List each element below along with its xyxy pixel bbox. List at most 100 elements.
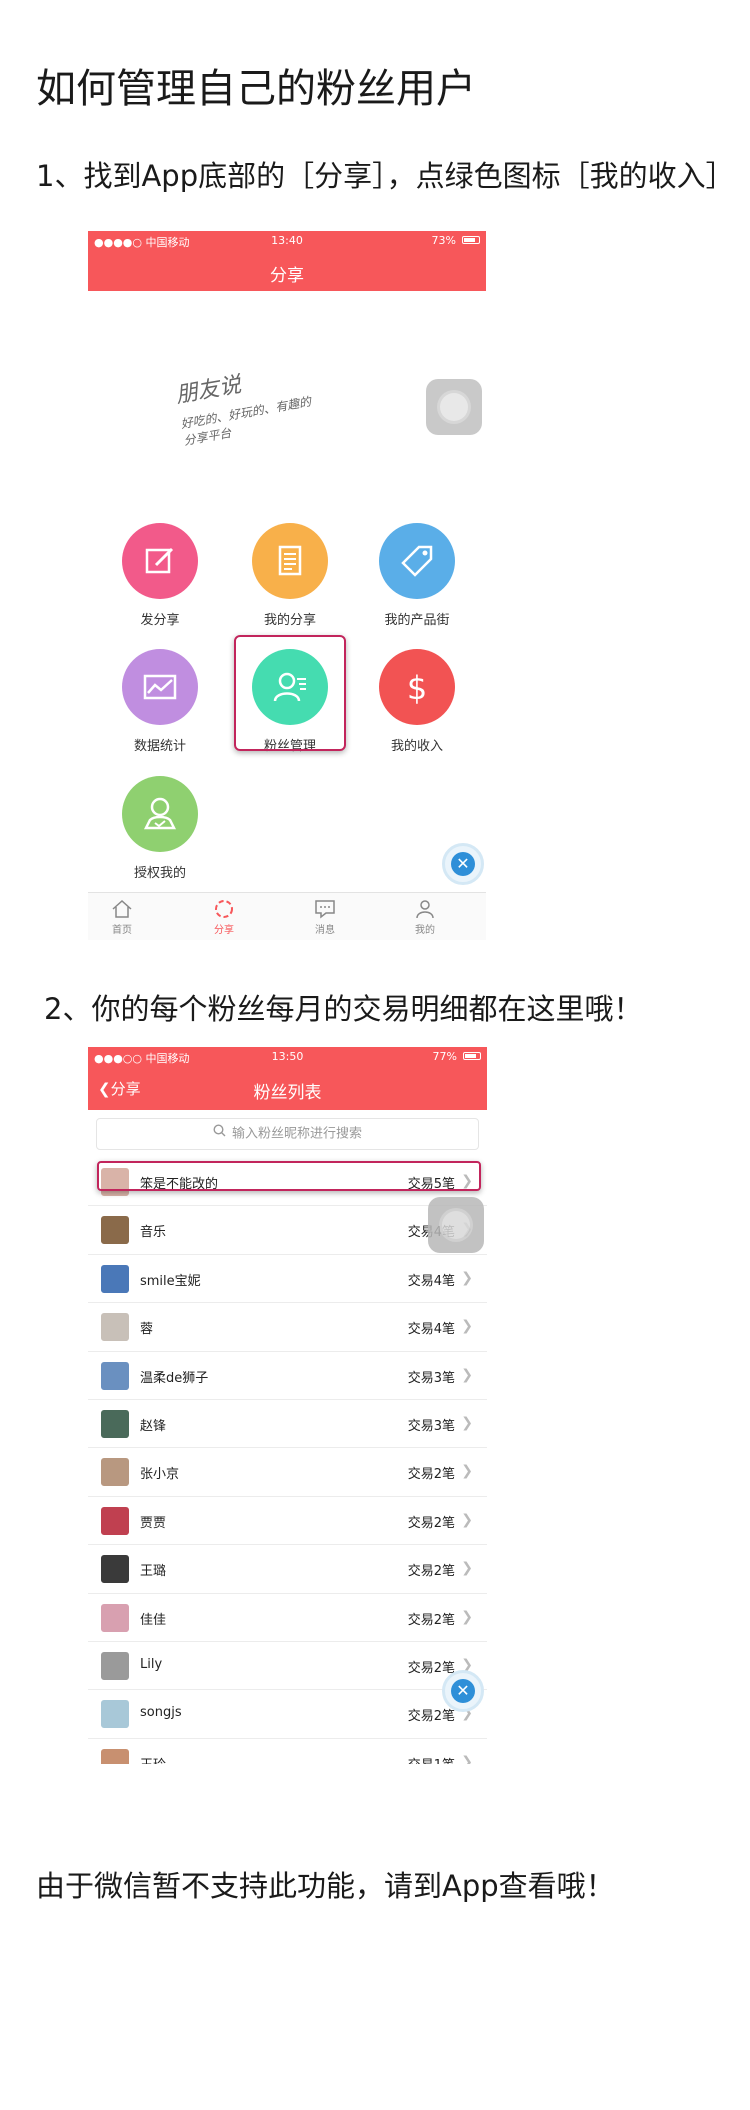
avatar xyxy=(101,1748,129,1764)
edit-icon xyxy=(122,523,198,599)
grid-item-authorized[interactable]: 授权我的 xyxy=(105,776,215,881)
share-icon xyxy=(194,897,254,921)
fan-name: 温柔de狮子 xyxy=(140,1370,209,1386)
fan-list: 笨是不能改的交易5笔❯音乐交易4笔❯smile宝妮交易4笔❯蓉交易4笔❯温柔de… xyxy=(88,1158,487,1764)
grid-label: 授权我的 xyxy=(133,866,186,881)
highlight-box xyxy=(97,1161,481,1191)
trade-count: 交易4笔 xyxy=(407,1273,455,1289)
status-bar: ●●●●○ 中国移动 13:40 73% xyxy=(88,231,486,249)
tab-share[interactable]: 分享 xyxy=(194,897,254,936)
chevron-right-icon: ❯ xyxy=(461,1414,473,1431)
trade-count: 交易1笔 xyxy=(408,1754,455,1764)
fan-row[interactable]: 王玲 交易1笔 ❯ xyxy=(88,1739,487,1764)
price-tag-icon xyxy=(379,523,455,599)
search-placeholder: 输入粉丝昵称进行搜索 xyxy=(231,1126,362,1142)
fan-name: 张小京 xyxy=(140,1467,180,1483)
fan-row[interactable]: smile宝妮 交易4笔 ❯ xyxy=(88,1255,487,1304)
nav-title: 粉丝列表 xyxy=(253,1083,322,1103)
nav-bar: ●●●●○ 中国移动 13:40 73% 分享 xyxy=(88,231,486,291)
avatar xyxy=(101,1361,129,1390)
tab-mine[interactable]: 我的 xyxy=(395,897,455,936)
fan-row[interactable]: Lily 交易2笔 ❯ xyxy=(88,1642,487,1691)
fan-name: Lily xyxy=(140,1656,163,1672)
fan-list-screenshot: ●●●○○ 中国移动 13:50 77% ❮分享 粉丝列表 输入粉丝昵称进行搜索… xyxy=(88,1047,487,1764)
avatar xyxy=(101,1313,129,1342)
step-1-text: 1、找到App底部的［分享］，点绿色图标［我的收入］ xyxy=(36,159,735,193)
fan-row[interactable]: 赵锋 交易3笔 ❯ xyxy=(88,1400,487,1449)
nav-title: 分享 xyxy=(270,266,304,286)
chevron-right-icon: ❯ xyxy=(461,1318,473,1335)
battery-percent: 77% xyxy=(432,1050,457,1063)
home-icon xyxy=(92,897,152,921)
avatar xyxy=(101,1216,129,1245)
status-bar: ●●●○○ 中国移动 13:50 77% xyxy=(88,1047,487,1065)
chevron-right-icon: ❯ xyxy=(461,1269,473,1286)
fan-row[interactable]: 佳佳 交易2笔 ❯ xyxy=(88,1594,487,1642)
footer-note: 由于微信暂不支持此功能，请到App查看哦！ xyxy=(36,1869,615,1903)
highlight-box xyxy=(234,635,346,751)
trade-count: 交易3笔 xyxy=(407,1370,455,1386)
avatar xyxy=(101,1603,129,1632)
chevron-right-icon: ❯ xyxy=(461,1366,473,1383)
grid-item-my-income[interactable]: $ 我的收入 xyxy=(362,649,472,754)
handwritten-banner: 朋友说 好吃的、好玩的、有趣的 分享平台 xyxy=(173,355,316,449)
trade-count: 交易2笔 xyxy=(407,1467,455,1483)
fan-row[interactable]: 蓉 交易4笔 ❯ xyxy=(88,1303,487,1352)
battery-icon xyxy=(462,236,480,244)
assistive-touch-button[interactable] xyxy=(426,379,482,435)
chevron-right-icon: ❯ xyxy=(461,1608,473,1625)
battery-icon xyxy=(463,1052,481,1060)
chevron-right-icon: ❯ xyxy=(461,1511,473,1528)
fan-name: songjs xyxy=(140,1705,182,1721)
fan-name: 音乐 xyxy=(140,1225,167,1241)
nav-bar: ●●●○○ 中国移动 13:50 77% ❮分享 粉丝列表 xyxy=(88,1047,487,1110)
trade-count: 交易2笔 xyxy=(407,1709,455,1725)
fan-name: 赵锋 xyxy=(140,1418,167,1434)
avatar xyxy=(101,1458,129,1487)
step-2-text: 2、你的每个粉丝每月的交易明细都在这里哦！ xyxy=(44,992,643,1026)
message-icon xyxy=(295,897,355,921)
fan-name: 佳佳 xyxy=(140,1612,167,1628)
trade-count: 交易3笔 xyxy=(407,1418,455,1434)
avatar xyxy=(101,1264,129,1293)
page-title: 如何管理自己的粉丝用户 xyxy=(36,66,476,112)
grid-label: 数据统计 xyxy=(133,739,186,754)
tab-label: 我的 xyxy=(415,925,435,936)
grid-label: 发分享 xyxy=(140,613,180,628)
fan-row[interactable]: 温柔de狮子 交易3笔 ❯ xyxy=(88,1352,487,1400)
fan-name: smile宝妮 xyxy=(140,1273,201,1289)
grid-label: 我的收入 xyxy=(390,739,443,754)
grid-item-my-shares[interactable]: 我的分享 xyxy=(235,523,345,628)
tab-messages[interactable]: 消息 xyxy=(295,897,355,936)
fan-row[interactable]: songjs 交易2笔 ❯ xyxy=(88,1690,487,1739)
profile-icon xyxy=(395,897,455,921)
chevron-right-icon: ❯ xyxy=(461,1560,473,1577)
fan-row[interactable]: 贾贾 交易2笔 ❯ xyxy=(88,1497,487,1546)
assistive-touch-button[interactable] xyxy=(428,1197,484,1253)
fan-name: 蓉 xyxy=(140,1322,154,1338)
share-screen-screenshot: ●●●●○ 中国移动 13:40 73% 分享 朋友说 好吃的、好玩的、有趣的 … xyxy=(88,231,486,940)
status-time: 13:40 xyxy=(271,234,303,247)
svg-text:$: $ xyxy=(407,669,427,705)
grid-item-my-product-street[interactable]: 我的产品街 xyxy=(362,523,472,628)
fan-row[interactable]: 王璐 交易2笔 ❯ xyxy=(88,1545,487,1594)
grid-item-post-share[interactable]: 发分享 xyxy=(105,523,215,628)
search-input[interactable]: 输入粉丝昵称进行搜索 xyxy=(96,1118,479,1150)
floating-action-button[interactable]: ✕ xyxy=(442,843,484,885)
avatar xyxy=(101,1555,129,1584)
tab-home[interactable]: 首页 xyxy=(92,897,152,936)
grid-item-statistics[interactable]: 数据统计 xyxy=(105,649,215,754)
tab-label: 首页 xyxy=(112,925,132,936)
fan-row[interactable]: 张小京 交易2笔 ❯ xyxy=(88,1448,487,1497)
search-icon xyxy=(213,1119,226,1149)
floating-action-button[interactable]: ✕ xyxy=(442,1670,484,1712)
chevron-right-icon: ❯ xyxy=(461,1753,473,1764)
trade-count: 交易2笔 xyxy=(407,1660,455,1676)
grid-label: 我的分享 xyxy=(263,613,316,628)
chart-icon xyxy=(122,649,198,725)
battery-percent: 73% xyxy=(431,234,456,247)
tab-bar: 首页 分享 消息 我的 xyxy=(88,892,486,940)
document-icon xyxy=(252,523,328,599)
avatar xyxy=(101,1651,129,1680)
fan-name: 王玲 xyxy=(140,1754,166,1764)
